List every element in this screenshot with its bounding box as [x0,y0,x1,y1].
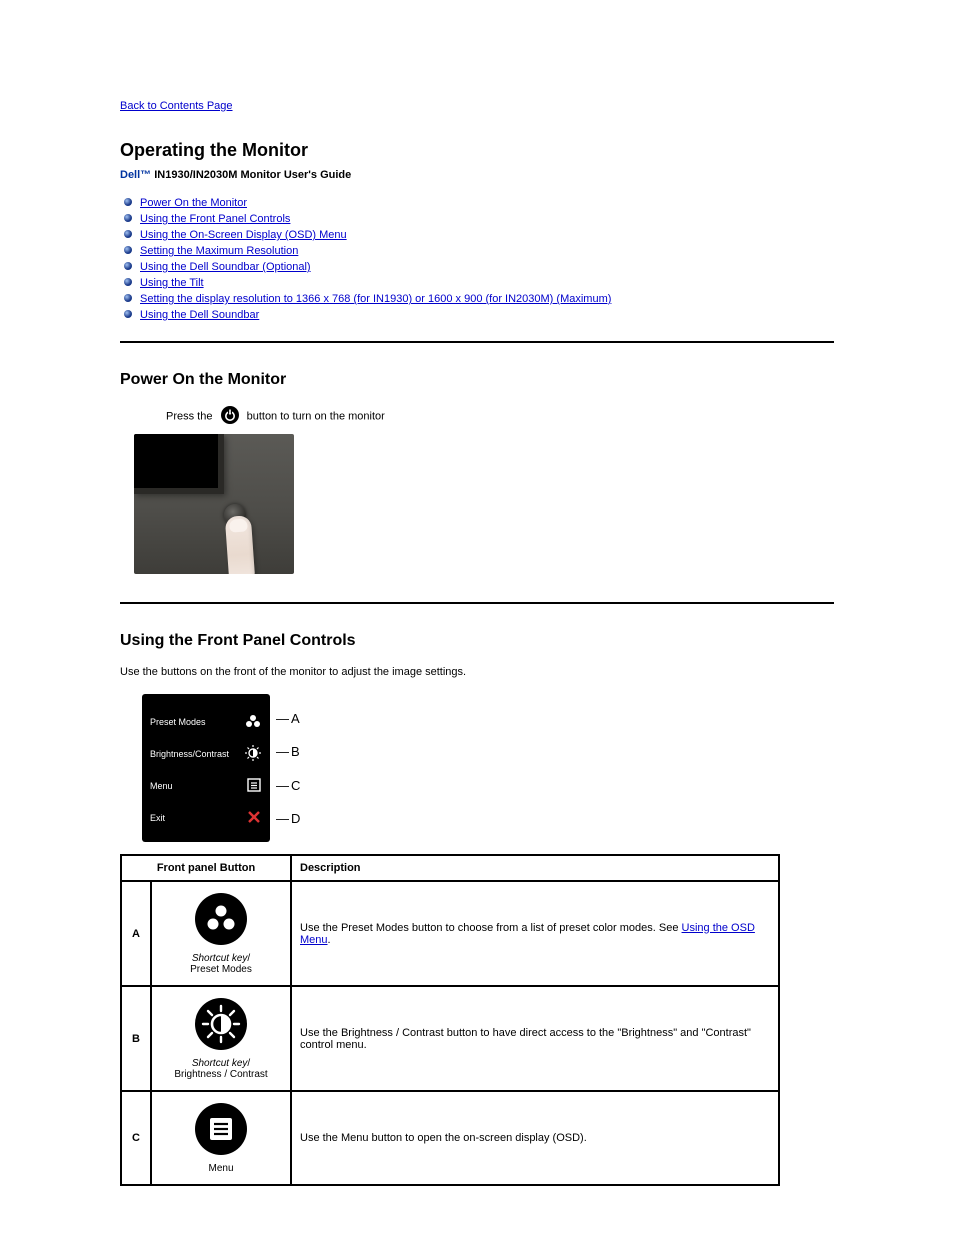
subtitle-rest: IN1930/IN2030M Monitor User's Guide [151,169,351,181]
section-heading-power-on: Power On the Monitor [120,371,834,389]
menu-icon [160,1102,282,1159]
toc-link[interactable]: Setting the display resolution to 1366 x… [140,293,611,305]
front-panel-intro: Use the buttons on the front of the moni… [120,666,834,678]
toc-link[interactable]: Using the On-Screen Display (OSD) Menu [140,229,347,241]
row-letter: C [121,1091,151,1185]
table-row: A Shortcut key/ Preset Modes [121,881,779,986]
toc-link[interactable]: Setting the Maximum Resolution [140,245,298,257]
press-suffix: button to turn on the monitor [247,410,385,422]
exit-icon [246,809,262,827]
front-panel-table: Front panel Button Description A [120,854,780,1186]
toc-link[interactable]: Using the Front Panel Controls [140,213,290,225]
row-description: Use the Menu button to open the on-scree… [291,1091,779,1185]
power-icon [220,405,240,428]
row-description: Use the Brightness / Contrast button to … [291,986,779,1091]
button-caption-text: Brightness / Contrast [174,1069,267,1080]
callout-c: C [276,778,300,793]
page-subtitle: Dell™ IN1930/IN2030M Monitor User's Guid… [120,169,834,181]
page-title: Operating the Monitor [120,140,834,161]
th-description: Description [291,855,779,881]
brand-name: Dell™ [120,169,151,181]
toc-link[interactable]: Using the Dell Soundbar (Optional) [140,261,311,273]
panel-label-brightness-contrast: Brightness/Contrast [150,749,244,759]
th-button: Front panel Button [121,855,291,881]
button-caption: Menu [160,1163,282,1174]
callout-b: B [276,744,300,759]
panel-label-preset-modes: Preset Modes [150,717,244,727]
section-heading-front-panel: Using the Front Panel Controls [120,632,834,650]
toc-link[interactable]: Using the Dell Soundbar [140,309,259,321]
desc-before: Use the Menu button to open the on-scree… [300,1132,587,1144]
button-caption-text: Menu [208,1163,233,1174]
press-prefix: Press the [166,410,216,422]
desc-after: . [328,934,331,946]
callout-a: A [276,711,300,726]
button-caption: Shortcut key/ Preset Modes [160,953,282,975]
menu-icon [246,777,262,795]
panel-label-exit: Exit [150,813,246,823]
row-letter: A [121,881,151,986]
divider [120,602,834,604]
table-row: C Menu [121,1091,779,1185]
row-description: Use the Preset Modes button to choose fr… [291,881,779,986]
button-caption: Shortcut key/ Brightness / Contrast [160,1058,282,1080]
brightness-contrast-icon [160,997,282,1054]
table-of-contents: Power On the Monitor Using the Front Pan… [120,195,834,323]
preset-modes-icon [244,714,262,730]
back-to-contents-link[interactable]: Back to Contents Page [120,100,233,112]
desc-before: Use the Brightness / Contrast button to … [300,1027,751,1051]
callout-d: D [276,811,300,826]
button-caption-text: Preset Modes [190,964,252,975]
row-letter: B [121,986,151,1091]
front-panel-diagram: Preset Modes Brightness/Contrast [142,694,322,842]
desc-before: Use the Preset Modes button to choose fr… [300,922,682,934]
press-instruction: Press the button to turn on the monitor [166,405,834,428]
table-row: B [121,986,779,1091]
toc-link[interactable]: Power On the Monitor [140,197,247,209]
toc-link[interactable]: Using the Tilt [140,277,204,289]
shortcut-key-label: Shortcut key [192,1058,248,1069]
shortcut-key-label: Shortcut key [192,953,248,964]
brightness-contrast-icon [244,744,262,764]
panel-label-menu: Menu [150,781,246,791]
monitor-power-photo [134,434,294,574]
divider [120,341,834,343]
preset-modes-icon [160,892,282,949]
